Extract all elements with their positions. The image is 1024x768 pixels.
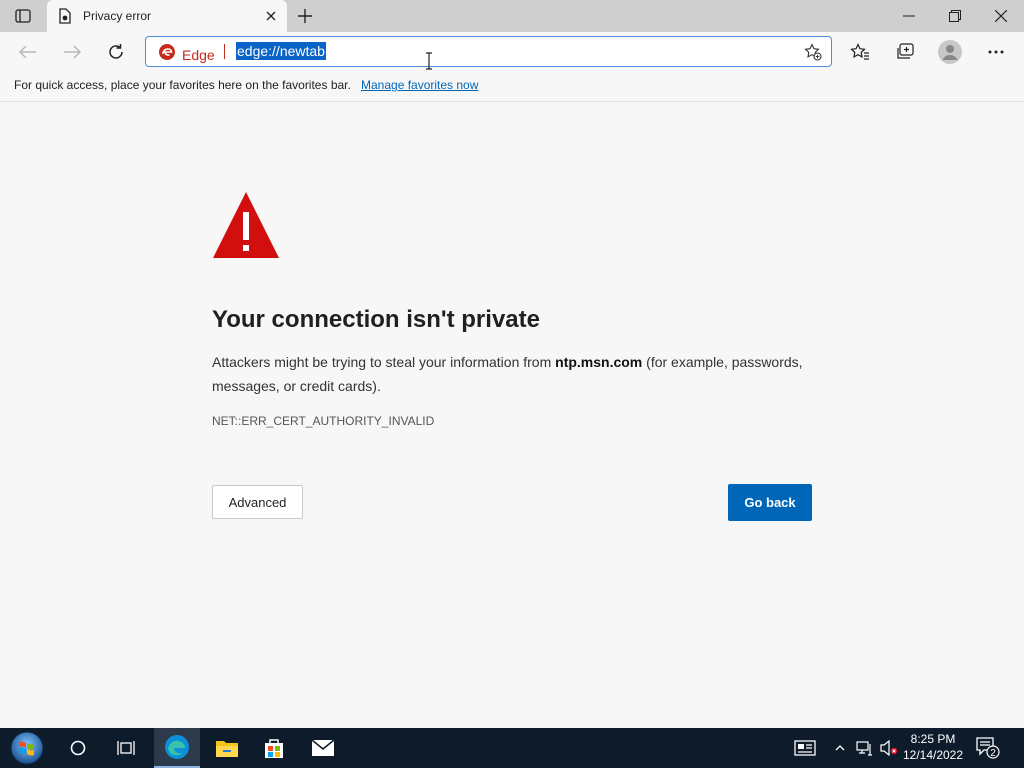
new-tab-icon[interactable] [294, 5, 316, 27]
privacy-error-favicon-icon [57, 8, 73, 24]
go-back-button[interactable]: Go back [728, 484, 812, 521]
restore-icon[interactable] [932, 0, 978, 32]
favorites-icon[interactable] [846, 38, 874, 66]
favorites-bar: For quick access, place your favorites h… [0, 72, 1024, 102]
blocked-domain: ntp.msn.com [555, 354, 643, 370]
microsoft-store-icon[interactable] [259, 728, 289, 768]
collections-icon[interactable] [891, 38, 919, 66]
refresh-icon[interactable] [102, 38, 130, 66]
file-explorer-icon[interactable] [212, 728, 242, 768]
favorites-bar-hint: For quick access, place your favorites h… [14, 78, 351, 92]
start-button-icon[interactable] [4, 728, 50, 768]
clock-time: 8:25 PM [910, 732, 956, 746]
manage-favorites-link[interactable]: Manage favorites now [361, 78, 478, 92]
tab-title: Privacy error [83, 9, 152, 23]
address-bar[interactable]: Edge edge://newtab [145, 36, 832, 67]
error-code: NET::ERR_CERT_AUTHORITY_INVALID [212, 414, 435, 428]
show-hidden-icons-chevron-icon[interactable] [832, 728, 848, 768]
tab-strip: Privacy error [0, 0, 1024, 32]
error-page: Your connection isn't private Attackers … [0, 103, 1024, 728]
omnibox-divider [224, 44, 225, 59]
page-title: Your connection isn't private [212, 306, 540, 333]
news-widget-icon[interactable] [790, 728, 820, 768]
tab-actions-icon[interactable] [8, 4, 38, 28]
site-chip[interactable]: Edge [158, 43, 215, 66]
advanced-button[interactable]: Advanced [212, 485, 303, 519]
clock-date: 12/14/2022 [902, 748, 964, 762]
site-label: Edge [182, 46, 215, 63]
navigation-toolbar: Edge edge://newtab [0, 32, 1024, 72]
volume-muted-icon[interactable] [878, 728, 900, 768]
url-text[interactable]: edge://newtab [236, 42, 326, 60]
mail-icon[interactable] [308, 728, 338, 768]
taskbar-edge-icon[interactable] [154, 728, 200, 768]
notification-center-icon[interactable]: 2 [974, 728, 1002, 768]
network-icon[interactable] [854, 728, 876, 768]
add-favorite-icon[interactable] [803, 42, 823, 62]
close-tab-icon[interactable] [263, 8, 279, 24]
minimize-icon[interactable] [886, 0, 932, 32]
system-clock[interactable]: 8:25 PM 12/14/2022 [900, 731, 966, 763]
more-options-icon[interactable] [982, 38, 1010, 66]
forward-arrow-icon[interactable] [58, 38, 86, 66]
warning-icon [213, 192, 279, 258]
edge-logo-icon [158, 43, 176, 66]
text-cursor-icon [426, 52, 432, 70]
back-arrow-icon[interactable] [14, 38, 42, 66]
description-text-start: Attackers might be trying to steal your … [212, 354, 556, 370]
error-description: Attackers might be trying to steal your … [212, 350, 812, 398]
task-view-icon[interactable] [110, 728, 142, 768]
search-circle-icon[interactable] [62, 728, 94, 768]
notification-count-badge: 2 [990, 748, 996, 759]
close-window-icon[interactable] [978, 0, 1024, 32]
taskbar: 8:25 PM 12/14/2022 2 [0, 728, 1024, 768]
browser-tab[interactable]: Privacy error [47, 0, 287, 32]
profile-avatar-icon[interactable] [935, 38, 965, 66]
